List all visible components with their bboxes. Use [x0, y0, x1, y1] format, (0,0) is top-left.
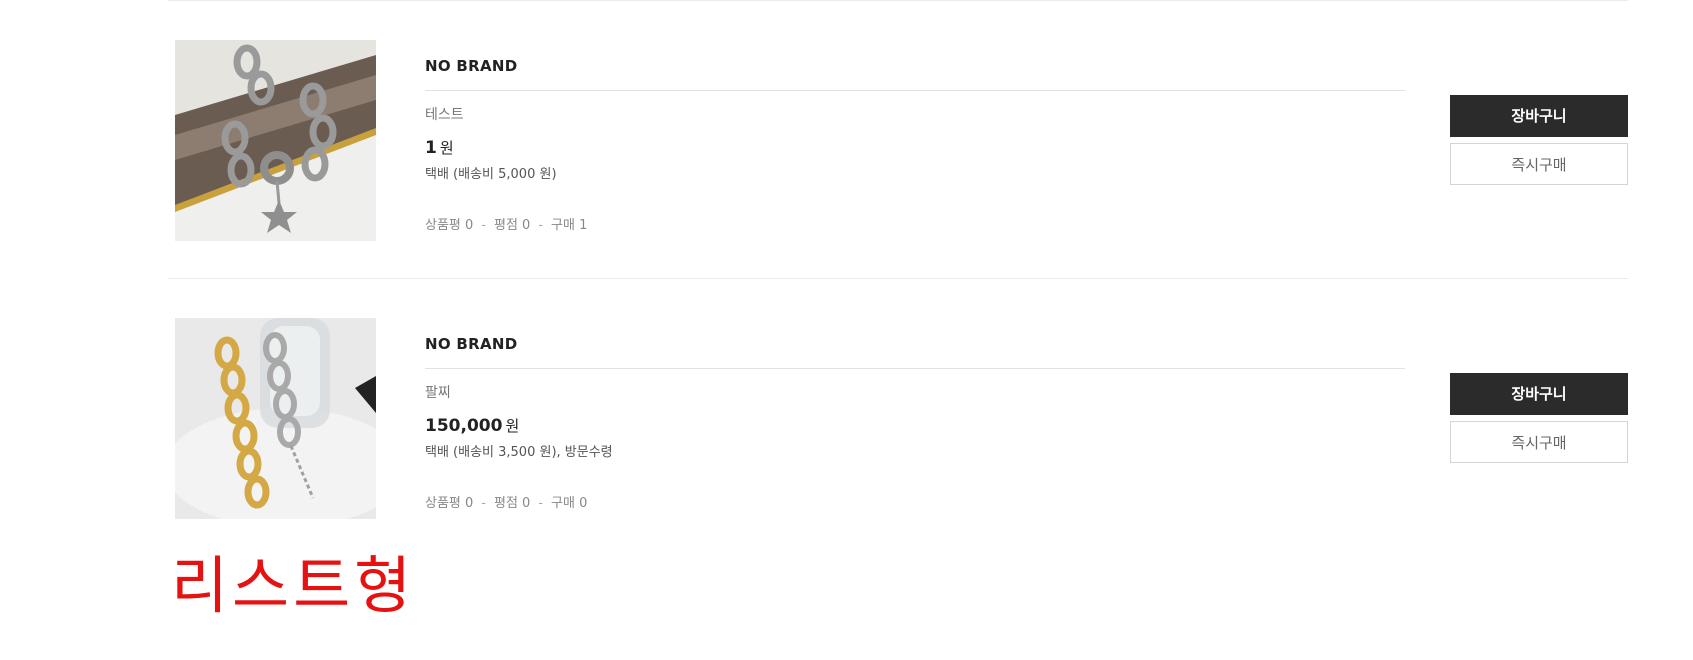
shipping-info: 택배 (배송비 5,000 원)	[425, 167, 557, 182]
product-price: 150,000 원	[425, 415, 519, 436]
stat-separator: -	[481, 496, 486, 511]
add-to-cart-button[interactable]: 장바구니	[1450, 95, 1628, 137]
product-name[interactable]: 팔찌	[425, 382, 451, 402]
list-style-caption: 리스트형	[171, 549, 416, 622]
stat-separator: -	[538, 218, 544, 233]
price-currency: 원	[439, 139, 454, 157]
purchase-count: 구매 1	[551, 218, 588, 233]
product-brand: NO BRAND	[425, 335, 518, 353]
review-count: 상품평 0	[425, 496, 474, 511]
rating-score: 평점 0	[494, 218, 531, 233]
product-brand: NO BRAND	[425, 57, 518, 75]
stat-separator: -	[481, 218, 486, 233]
buy-now-button[interactable]: 즉시구매	[1450, 143, 1628, 185]
silver-star-bracelet-photo	[175, 40, 376, 241]
product-list-page: NO BRAND 테스트 1원 택배 (배송비 5,000 원) 상품평 0-평…	[0, 0, 1693, 660]
product-image[interactable]	[175, 40, 376, 241]
product-price: 1원	[425, 137, 454, 158]
product-list-item: NO BRAND 테스트 1원 택배 (배송비 5,000 원) 상품평 0-평…	[168, 40, 1638, 250]
review-count: 상품평 0	[425, 218, 474, 233]
gold-silver-chain-bracelets-photo	[175, 318, 376, 519]
brand-divider	[425, 90, 1405, 91]
price-value: 150,000	[425, 416, 503, 436]
price-currency: 원	[505, 417, 520, 435]
product-image[interactable]	[175, 318, 376, 519]
list-top-divider	[168, 0, 1628, 1]
price-value: 1	[425, 138, 437, 158]
product-name[interactable]: 테스트	[425, 104, 464, 124]
shipping-info: 택배 (배송비 3,500 원), 방문수령	[425, 445, 613, 460]
product-stats: 상품평 0- 평점 0- 구매 1	[425, 214, 587, 233]
product-stats: 상품평 0- 평점 0- 구매 0	[425, 492, 587, 511]
add-to-cart-button[interactable]: 장바구니	[1450, 373, 1628, 415]
stat-separator: -	[538, 496, 544, 511]
rating-score: 평점 0	[494, 496, 531, 511]
purchase-count: 구매 0	[551, 496, 588, 511]
brand-divider	[425, 368, 1405, 369]
item-divider	[168, 278, 1628, 279]
product-list-item: NO BRAND 팔찌 150,000 원 택배 (배송비 3,500 원), 방…	[168, 318, 1638, 528]
buy-now-button[interactable]: 즉시구매	[1450, 421, 1628, 463]
